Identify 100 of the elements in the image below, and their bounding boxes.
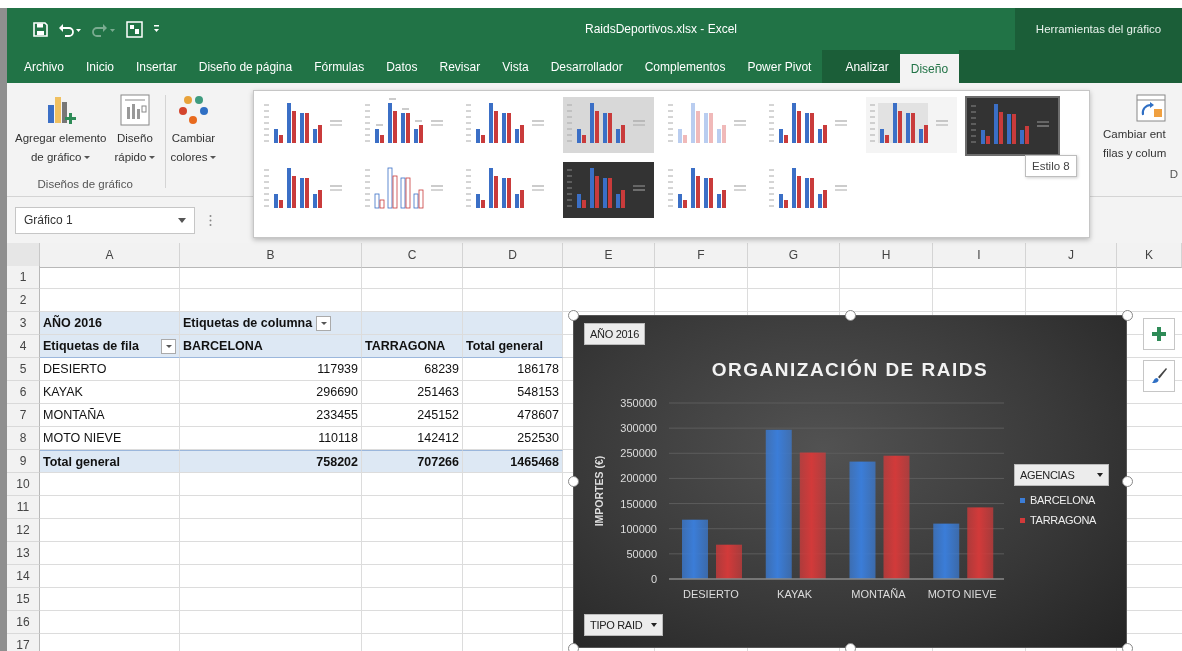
y-tick-label: 100000 [620,522,657,535]
row-number[interactable]: 14 [7,565,40,588]
chart-elements-button[interactable] [1143,318,1175,350]
ribbon-tab[interactable]: Diseño [899,54,960,83]
resize-handle[interactable] [567,309,579,321]
filter-field-button[interactable]: AÑO 2016 [584,323,645,345]
table-cell: 117939 [180,358,362,381]
form-icon[interactable] [126,20,143,38]
ribbon-tab[interactable]: Inicio [75,50,126,83]
bar-chart-icon [563,97,654,153]
ribbon-tab[interactable]: Analizar [834,50,900,83]
ribbon-tab[interactable]: Insertar [125,50,188,83]
row-number[interactable]: 9 [7,450,40,473]
column-heading[interactable]: C [362,243,463,268]
column-heading[interactable]: J [1026,243,1117,268]
table-cell: 251463 [362,381,463,404]
group-label: Diseños de gráfico [36,178,134,192]
ribbon-tab[interactable]: Archivo [13,50,75,83]
name-box-text: Gráfico 1 [24,213,73,227]
ribbon-tab[interactable]: Revisar [428,50,492,83]
ribbon-button[interactable]: Diseño rápido [112,91,158,178]
resize-handle[interactable] [844,642,856,651]
row-number[interactable]: 13 [7,542,40,565]
ribbon-button[interactable]: Agregar elemento de gráfico [13,91,109,178]
chart-styles-button[interactable] [1143,360,1175,392]
table-cell: MONTAÑA [40,404,180,427]
y-tick-label: 200000 [620,472,657,485]
column-heading[interactable]: D [463,243,563,268]
table-cell: 186178 [463,358,563,381]
row-number[interactable]: 7 [7,404,40,427]
table-cell: AÑO 2016 [40,312,180,335]
plus-icon [1151,326,1167,342]
caret-icon [149,156,156,160]
ribbon-tab[interactable]: Datos [375,50,429,83]
table-cell: KAYAK [40,381,180,404]
ribbon-button[interactable]: Cambiar ent filas y colum [1095,91,1182,163]
column-header: BARCELONA [180,335,362,358]
y-tick-label: 350000 [620,397,657,409]
bar [716,544,742,579]
ribbon-tab[interactable]: Diseño de página [187,50,304,83]
caret-icon [178,217,186,223]
caret-icon [84,156,91,160]
resize-handle[interactable] [844,309,856,321]
column-heading[interactable]: B [180,243,362,268]
column-heading[interactable]: H [840,243,933,268]
chart-style-option[interactable] [561,161,656,221]
table-cell: 707266 [362,450,463,473]
row-number[interactable]: 2 [7,289,40,312]
resize-handle[interactable] [1121,642,1133,651]
resize-handle[interactable] [1121,309,1133,321]
bar [967,507,994,579]
row-number[interactable]: 1 [7,266,40,289]
resize-handle[interactable] [567,476,579,487]
row-number[interactable]: 16 [7,611,40,634]
column-heading[interactable]: A [40,243,180,268]
row-number[interactable]: 3 [7,312,40,335]
column-heading[interactable]: F [655,243,748,268]
ribbon-tab[interactable]: Power Pivot [736,50,823,83]
grip-dots-icon [209,213,212,227]
button-label: filas y colum [1103,146,1167,161]
row-number[interactable]: 4 [7,335,40,358]
filter-button[interactable] [316,315,332,331]
name-box[interactable]: Gráfico 1 [15,206,195,234]
resize-handle[interactable] [567,642,579,651]
redo-icon [92,21,116,37]
row-number[interactable]: 11 [7,496,40,519]
tooltip: Estilo 8 [1025,155,1077,177]
row-number[interactable]: 10 [7,473,40,496]
column-header: TARRAGONA [362,335,463,358]
chart-area[interactable]: AÑO 2016 ORGANIZACIÓN DE RAIDS 0 50000 100000 150000 200000 250000 300000 350000 IMPORTES (€) DESIERTO KAYAK MONTAÑA MOTO NIEVE AGENCIAS BARCELONA TARRAGONA TIPO RAID [573,315,1127,648]
row-number[interactable]: 5 [7,358,40,381]
column-heading[interactable]: K [1117,243,1182,268]
row-number[interactable]: 15 [7,588,40,611]
column-heading[interactable]: I [933,243,1026,268]
filter-button[interactable] [161,338,176,354]
column-heading[interactable]: E [563,243,655,268]
save-icon[interactable] [33,21,48,37]
axis-field-button[interactable]: TIPO RAID [584,614,664,636]
ribbon-tab[interactable]: Vista [491,50,540,83]
x-tick-label: MONTAÑA [851,588,906,600]
row-number[interactable]: 12 [7,519,40,542]
field-label: Etiquetas de fila [43,339,139,353]
row-number[interactable]: 6 [7,381,40,404]
window-title: RaidsDeportivos.xlsx - Excel [583,22,738,36]
caret-icon [1097,473,1103,477]
ribbon-tab[interactable]: Complementos [633,50,737,83]
ribbon-tab[interactable]: Fórmulas [303,50,376,83]
customize-caret-icon[interactable] [153,25,160,33]
table-cell: 68239 [362,358,463,381]
table-cell: 245152 [362,404,463,427]
row-number[interactable]: 8 [7,427,40,450]
column-heading[interactable]: G [748,243,840,268]
caret-icon [165,344,172,348]
ribbon-button[interactable]: Cambiar colores [168,91,219,167]
row-number[interactable]: 17 [7,634,40,651]
ribbon-tab[interactable]: Desarrollador [539,50,634,83]
bar-chart-icon [866,97,957,153]
legend-field-button[interactable]: AGENCIAS [1014,464,1109,486]
x-tick-label: KAYAK [777,588,813,600]
resize-handle[interactable] [1121,476,1133,487]
